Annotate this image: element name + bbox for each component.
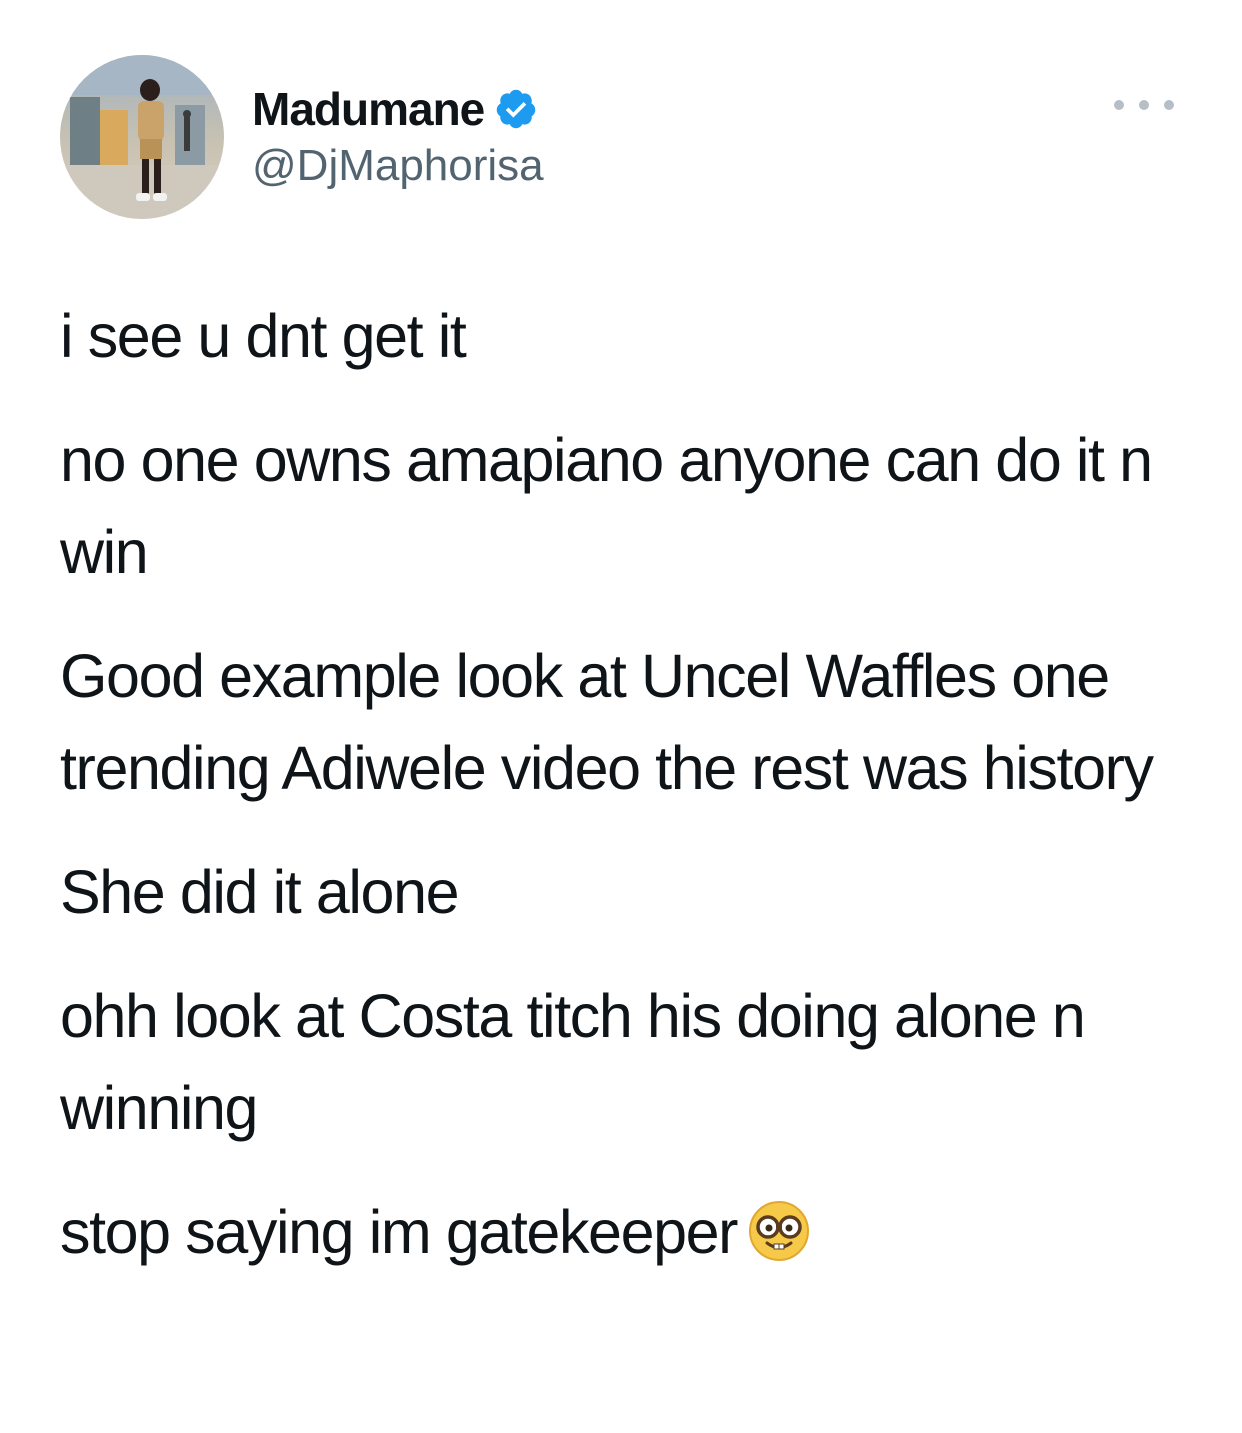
verified-badge-icon bbox=[494, 87, 538, 131]
author-names: Madumane @DjMaphorisa bbox=[252, 81, 544, 191]
tweet-paragraph: Good example look at Uncel Waffles one t… bbox=[60, 642, 1154, 802]
more-dot bbox=[1114, 100, 1124, 110]
nerd-face-emoji-icon bbox=[747, 1196, 811, 1261]
tweet: Madumane @DjMaphorisa i see u dnt get it… bbox=[0, 0, 1242, 1433]
tweet-paragraph: She did it alone bbox=[60, 858, 460, 926]
display-name[interactable]: Madumane bbox=[252, 82, 485, 136]
tweet-text: i see u dnt get it no one owns amapiano … bbox=[60, 290, 1200, 1310]
more-options-icon[interactable] bbox=[1114, 95, 1174, 115]
more-dot bbox=[1164, 100, 1174, 110]
tweet-paragraph-last: stop saying im gatekeeper bbox=[60, 1186, 1200, 1278]
avatar-photo bbox=[60, 55, 224, 219]
tweet-paragraph: no one owns amapiano anyone can do it n … bbox=[60, 426, 1153, 586]
tweet-header: Madumane @DjMaphorisa bbox=[60, 55, 1182, 221]
more-dot bbox=[1139, 100, 1149, 110]
tweet-paragraph: ohh look at Costa titch his doing alone … bbox=[60, 982, 1086, 1142]
tweet-paragraph-text: stop saying im gatekeeper bbox=[60, 1198, 738, 1266]
display-name-row: Madumane bbox=[252, 81, 544, 137]
user-handle[interactable]: @DjMaphorisa bbox=[252, 141, 544, 191]
tweet-paragraph: i see u dnt get it bbox=[60, 302, 467, 370]
avatar[interactable] bbox=[60, 55, 224, 219]
